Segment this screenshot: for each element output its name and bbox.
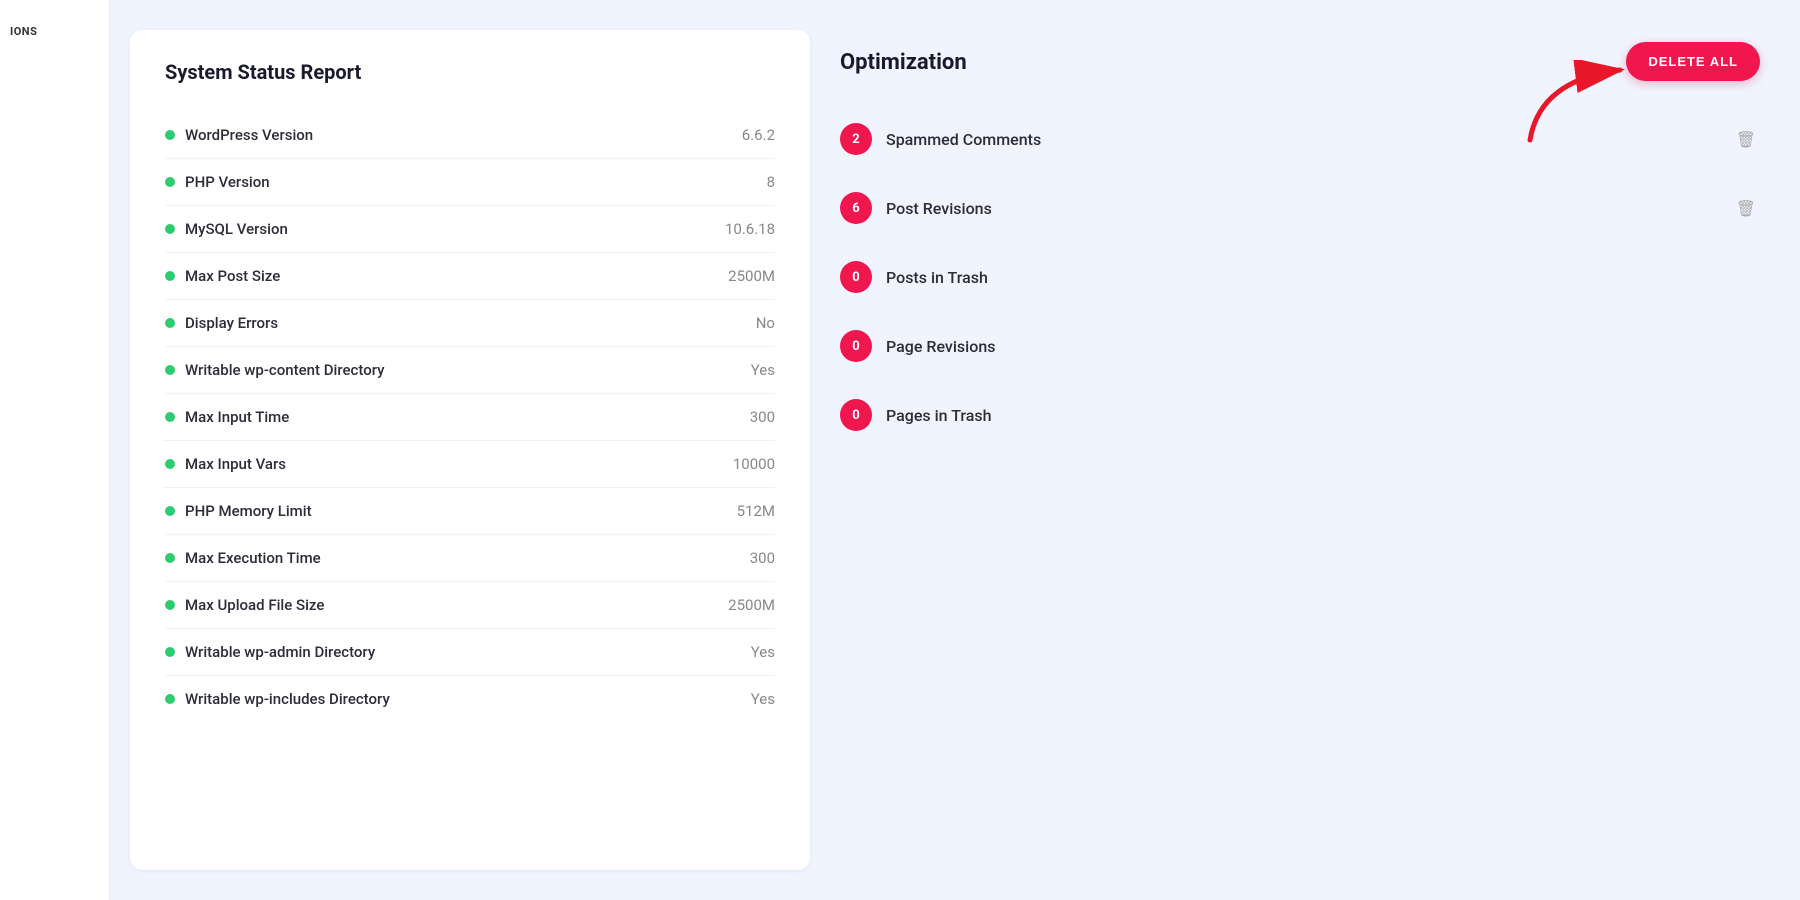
trash-icon[interactable]: 🗑	[1732, 195, 1760, 222]
status-value: 300	[750, 549, 775, 567]
left-panel: System Status Report WordPress Version 6…	[130, 30, 810, 870]
opt-label-text: Post Revisions	[886, 199, 1718, 218]
status-value: 10000	[733, 455, 775, 473]
opt-label-text: Posts in Trash	[886, 268, 1760, 287]
status-label: Max Input Time	[165, 408, 289, 426]
status-dot	[165, 459, 175, 469]
status-label-text: Max Post Size	[185, 267, 280, 285]
status-dot	[165, 271, 175, 281]
status-dot	[165, 553, 175, 563]
status-label: Max Post Size	[165, 267, 280, 285]
status-dot	[165, 694, 175, 704]
sidebar-title: IONS	[10, 25, 37, 38]
status-item: Writable wp-content Directory Yes	[165, 347, 775, 394]
status-dot	[165, 224, 175, 234]
right-panel: Optimization DELETE ALL 2 Spammed Commen…	[830, 30, 1780, 870]
status-label: PHP Version	[165, 173, 270, 191]
status-item: MySQL Version 10.6.18	[165, 206, 775, 253]
status-item: Writable wp-includes Directory Yes	[165, 676, 775, 722]
status-value: 6.6.2	[742, 126, 775, 144]
status-label-text: Writable wp-content Directory	[185, 361, 385, 379]
status-label: MySQL Version	[165, 220, 288, 238]
status-value: 10.6.18	[725, 220, 775, 238]
status-item: WordPress Version 6.6.2	[165, 112, 775, 159]
main-content: System Status Report WordPress Version 6…	[110, 0, 1800, 900]
opt-item: 0 Pages in Trash	[840, 381, 1760, 449]
status-value: 2500M	[728, 267, 775, 285]
status-value: No	[756, 314, 775, 332]
status-item: Max Post Size 2500M	[165, 253, 775, 300]
opt-label-text: Page Revisions	[886, 337, 1760, 356]
status-label-text: PHP Version	[185, 173, 270, 191]
status-value: 2500M	[728, 596, 775, 614]
status-value: 512M	[737, 502, 775, 520]
status-label-text: PHP Memory Limit	[185, 502, 312, 520]
delete-all-button[interactable]: DELETE ALL	[1626, 42, 1760, 81]
opt-item: 6 Post Revisions 🗑	[840, 174, 1760, 243]
status-item: Display Errors No	[165, 300, 775, 347]
status-dot	[165, 506, 175, 516]
status-value: Yes	[751, 361, 775, 379]
status-dot	[165, 130, 175, 140]
status-label: WordPress Version	[165, 126, 313, 144]
status-item: Writable wp-admin Directory Yes	[165, 629, 775, 676]
system-status-title: System Status Report	[165, 60, 775, 84]
status-value: Yes	[751, 643, 775, 661]
trash-icon[interactable]: 🗑	[1732, 126, 1760, 153]
status-dot	[165, 318, 175, 328]
status-item: Max Execution Time 300	[165, 535, 775, 582]
status-label-text: Writable wp-admin Directory	[185, 643, 375, 661]
status-label: Writable wp-content Directory	[165, 361, 385, 379]
status-dot	[165, 365, 175, 375]
status-list: WordPress Version 6.6.2 PHP Version 8 My…	[165, 112, 775, 722]
status-value: Yes	[751, 690, 775, 708]
opt-count-badge: 0	[840, 330, 872, 362]
status-label-text: Display Errors	[185, 314, 278, 332]
status-dot	[165, 412, 175, 422]
status-label-text: Max Execution Time	[185, 549, 321, 567]
status-item: PHP Memory Limit 512M	[165, 488, 775, 535]
status-value: 300	[750, 408, 775, 426]
status-label-text: Max Upload File Size	[185, 596, 324, 614]
status-value: 8	[767, 173, 775, 191]
opt-item: 0 Page Revisions	[840, 312, 1760, 381]
status-item: Max Input Time 300	[165, 394, 775, 441]
opt-label-text: Pages in Trash	[886, 406, 1760, 425]
optimization-title: Optimization	[840, 50, 1760, 75]
status-label: Display Errors	[165, 314, 278, 332]
opt-count-badge: 0	[840, 399, 872, 431]
status-dot	[165, 647, 175, 657]
opt-item: 2 Spammed Comments 🗑	[840, 105, 1760, 174]
sidebar: IONS	[0, 0, 110, 900]
status-label-text: Writable wp-includes Directory	[185, 690, 390, 708]
status-item: PHP Version 8	[165, 159, 775, 206]
opt-count-badge: 2	[840, 123, 872, 155]
status-label: Max Input Vars	[165, 455, 286, 473]
status-label: Max Upload File Size	[165, 596, 324, 614]
status-label: Max Execution Time	[165, 549, 321, 567]
status-label: Writable wp-includes Directory	[165, 690, 390, 708]
optimization-list: 2 Spammed Comments 🗑 6 Post Revisions 🗑 …	[840, 105, 1760, 449]
status-label-text: Max Input Time	[185, 408, 289, 426]
status-label: PHP Memory Limit	[165, 502, 312, 520]
opt-count-badge: 0	[840, 261, 872, 293]
status-dot	[165, 177, 175, 187]
status-item: Max Input Vars 10000	[165, 441, 775, 488]
status-dot	[165, 600, 175, 610]
opt-count-badge: 6	[840, 192, 872, 224]
status-label: Writable wp-admin Directory	[165, 643, 375, 661]
opt-label-text: Spammed Comments	[886, 130, 1718, 149]
status-item: Max Upload File Size 2500M	[165, 582, 775, 629]
opt-item: 0 Posts in Trash	[840, 243, 1760, 312]
status-label-text: Max Input Vars	[185, 455, 286, 473]
status-label-text: WordPress Version	[185, 126, 313, 144]
status-label-text: MySQL Version	[185, 220, 288, 238]
